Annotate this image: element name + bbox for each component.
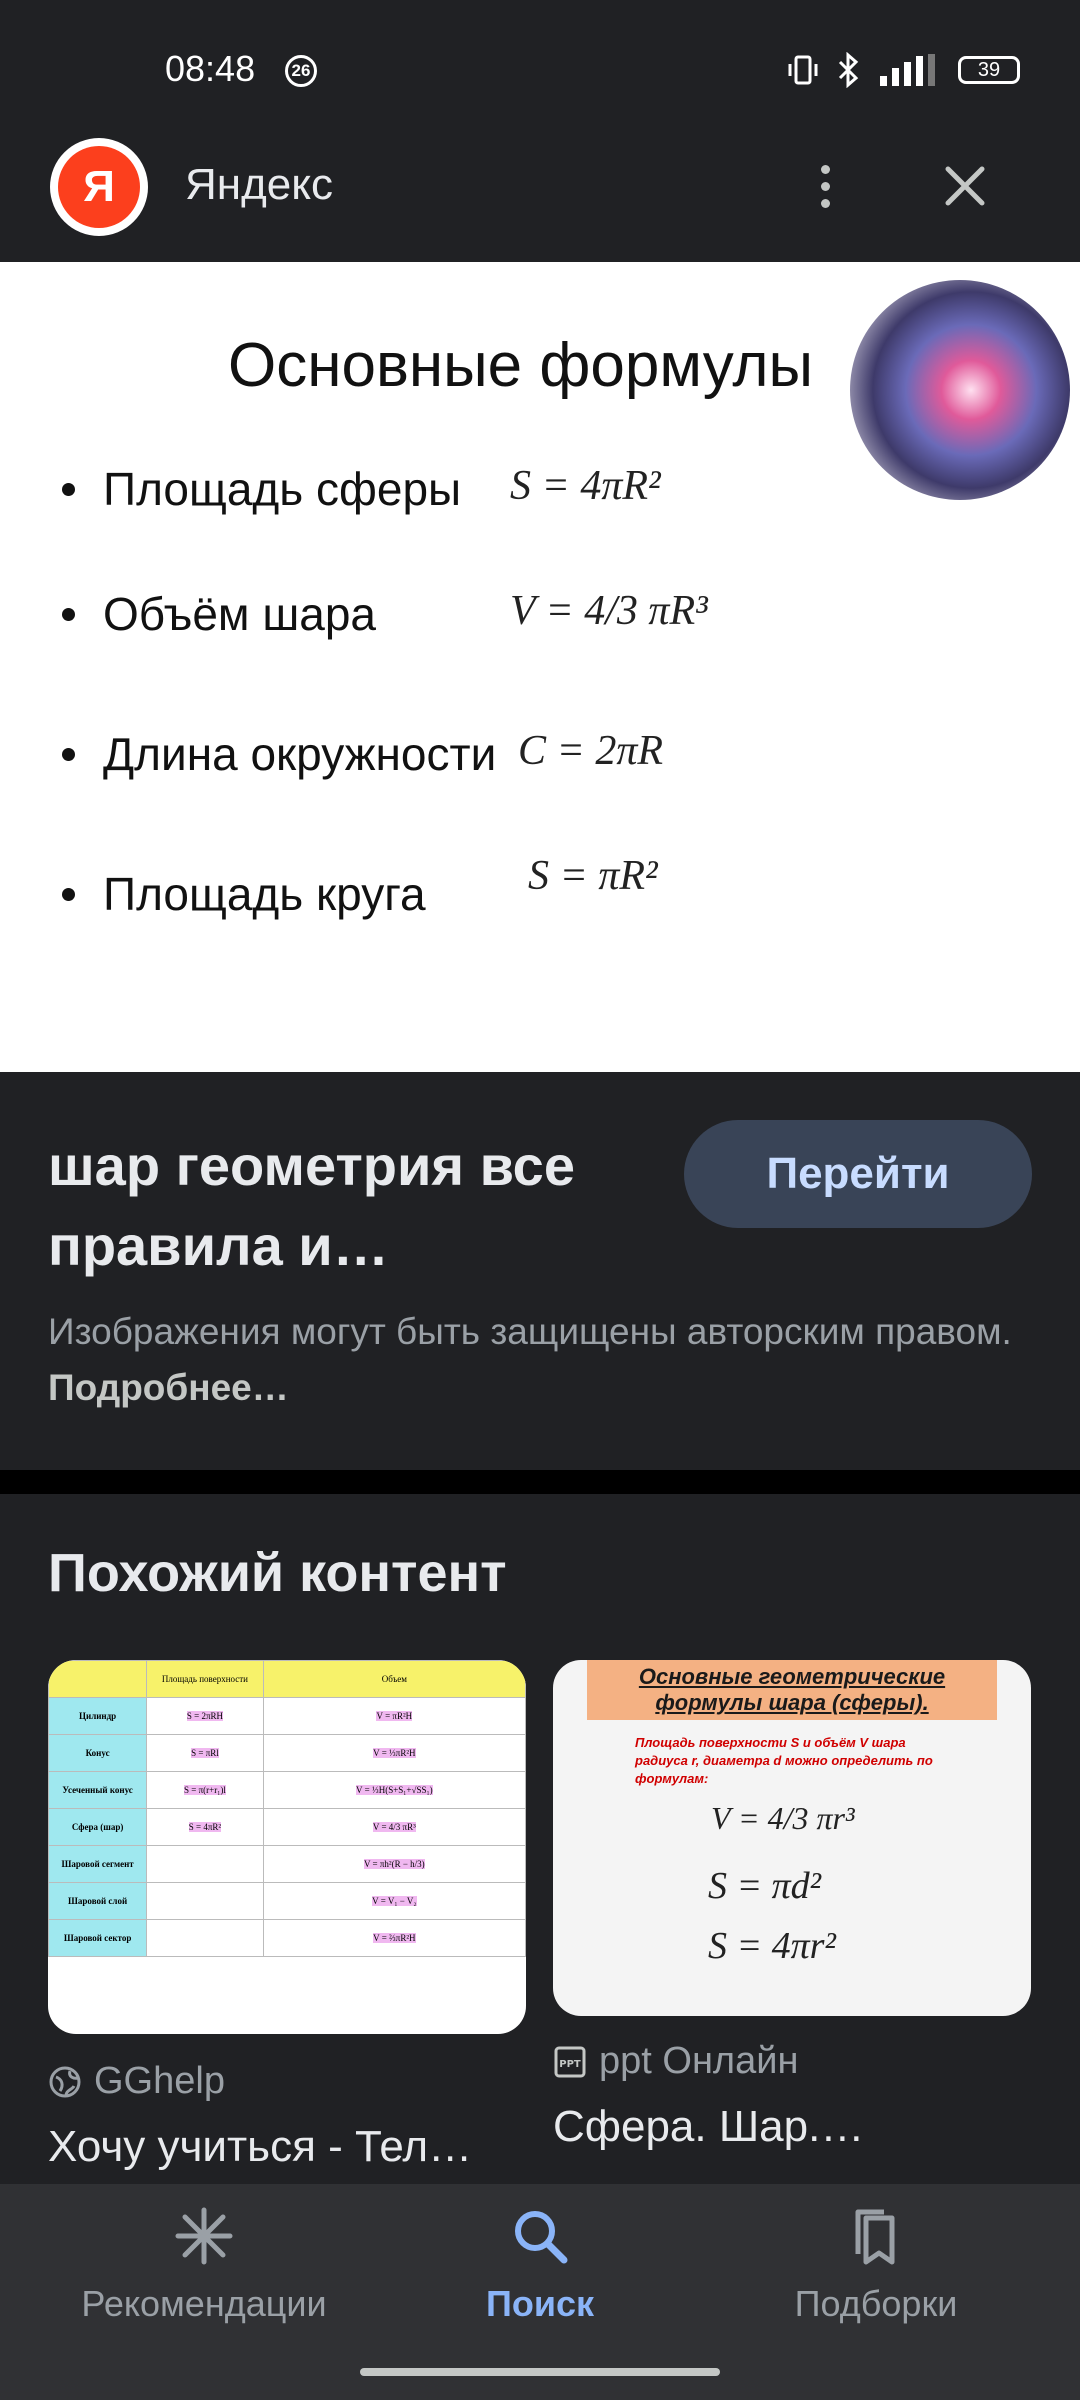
formula-value: C = 2πR (518, 728, 664, 774)
table-row-label: Цилиндр (48, 1697, 148, 1735)
formula-value: S = 4πR² (510, 463, 661, 509)
collections-icon (855, 2209, 895, 2265)
card-source: GGhelp (48, 2060, 225, 2103)
more-options-icon[interactable] (800, 146, 850, 226)
asterisk-icon (175, 2207, 233, 2265)
formula-table-thumbnail: Площадь поверхности Объем Цилиндр S = 2πRH… (48, 1660, 526, 1957)
table-row-label: Шаровой сектор (48, 1919, 148, 1957)
nav-label: Подборки (794, 2283, 958, 2324)
learn-more-link[interactable]: Подробнее… (48, 1367, 289, 1408)
formula-row: Объём шара (62, 587, 376, 641)
preview-image[interactable]: Основные формулы Площадь сферы S = 4πR² … (0, 262, 1080, 1072)
signal-icon (880, 54, 935, 86)
formula-value: V = 4/3 πR³ (510, 588, 708, 634)
copyright-notice: Изображения могут быть защищены авторски… (48, 1304, 1038, 1416)
formula-label: Длина окружности (103, 728, 497, 780)
status-icons: 39 (786, 50, 1020, 90)
result-info: шар геометрия все правила и… Перейти Изо… (0, 1072, 1080, 1470)
similar-card-image[interactable]: Площадь поверхности Объем Цилиндр S = 2πRH… (48, 1660, 526, 2034)
yandex-logo[interactable]: Я (50, 138, 148, 236)
image-title: Основные формулы (228, 331, 814, 400)
formula-label: Площадь круга (103, 868, 426, 920)
similar-heading: Похожий контент (48, 1543, 507, 1603)
thumbnail-formula: S = 4πr² (708, 1925, 836, 1967)
card-caption[interactable]: Хочу учиться - Тел… (48, 2122, 472, 2172)
nav-recommendations[interactable]: Рекомендации (54, 2204, 354, 2325)
copyright-text: Изображения могут быть защищены авторски… (48, 1311, 1012, 1352)
table-row-label: Усеченный конус (48, 1771, 148, 1809)
table-row-label: Шаровой сегмент (48, 1845, 148, 1883)
notification-count-icon: 26 (285, 55, 317, 87)
globe-icon (49, 2066, 81, 2097)
logo-letter: Я (58, 146, 140, 228)
formula-row: Площадь круга (62, 867, 426, 921)
bluetooth-icon (838, 52, 859, 88)
status-bar: 08:48 26 39 (0, 0, 1080, 106)
vibrate-icon (788, 55, 818, 85)
thumbnail-subtitle: Площадь поверхности S и объём V шара рад… (635, 1735, 933, 1786)
plasma-ball-image (850, 280, 1070, 500)
svg-text:PPT: PPT (559, 2059, 581, 2070)
card-source: PPT ppt Онлайн (553, 2040, 798, 2083)
thumbnail-formula: V = 4/3 πr³ (711, 1800, 855, 1836)
nav-label: Поиск (485, 2283, 595, 2324)
search-icon (515, 2211, 568, 2264)
formula-row: Длина окружности (62, 727, 496, 781)
formula-label: Площадь сферы (103, 463, 462, 515)
similar-content-section: Похожий контент Площадь поверхности Объем… (0, 1494, 1080, 2184)
card-caption[interactable]: Сфера. Шар.… (553, 2102, 864, 2152)
app-bar: Я Яндекс (0, 106, 1080, 262)
formula-label: Объём шара (103, 588, 376, 640)
thumbnail-banner: Основные геометрические формулы шара (сф… (587, 1660, 997, 1720)
source-name: ppt Онлайн (599, 2040, 799, 2082)
ppt-file-icon: PPT (554, 2046, 586, 2077)
table-row-label: Конус (48, 1734, 148, 1772)
nav-search[interactable]: Поиск (390, 2204, 690, 2325)
nav-collections[interactable]: Подборки (726, 2204, 1026, 2325)
formula-row: Площадь сферы (62, 462, 461, 516)
status-time: 08:48 (165, 48, 256, 89)
similar-card-image[interactable]: Основные геометрические формулы шара (сф… (553, 1660, 1031, 2016)
section-divider (0, 1470, 1080, 1494)
thumbnail-formula: S = πd² (708, 1865, 822, 1907)
source-name: GGhelp (94, 2060, 225, 2102)
table-header: Площадь поверхности (146, 1660, 264, 1698)
app-title: Яндекс (185, 160, 333, 209)
result-title[interactable]: шар геометрия все правила и… (48, 1126, 668, 1286)
formula-value: S = πR² (528, 853, 658, 899)
table-row-label: Шаровой слой (48, 1882, 148, 1920)
close-icon[interactable] (930, 151, 1000, 221)
battery-icon: 39 (958, 56, 1020, 84)
table-header: Объем (262, 1660, 526, 1698)
home-indicator[interactable] (360, 2368, 720, 2376)
table-row-label: Сфера (шар) (48, 1808, 148, 1846)
go-button[interactable]: Перейти (684, 1120, 1032, 1228)
nav-label: Рекомендации (81, 2283, 327, 2324)
